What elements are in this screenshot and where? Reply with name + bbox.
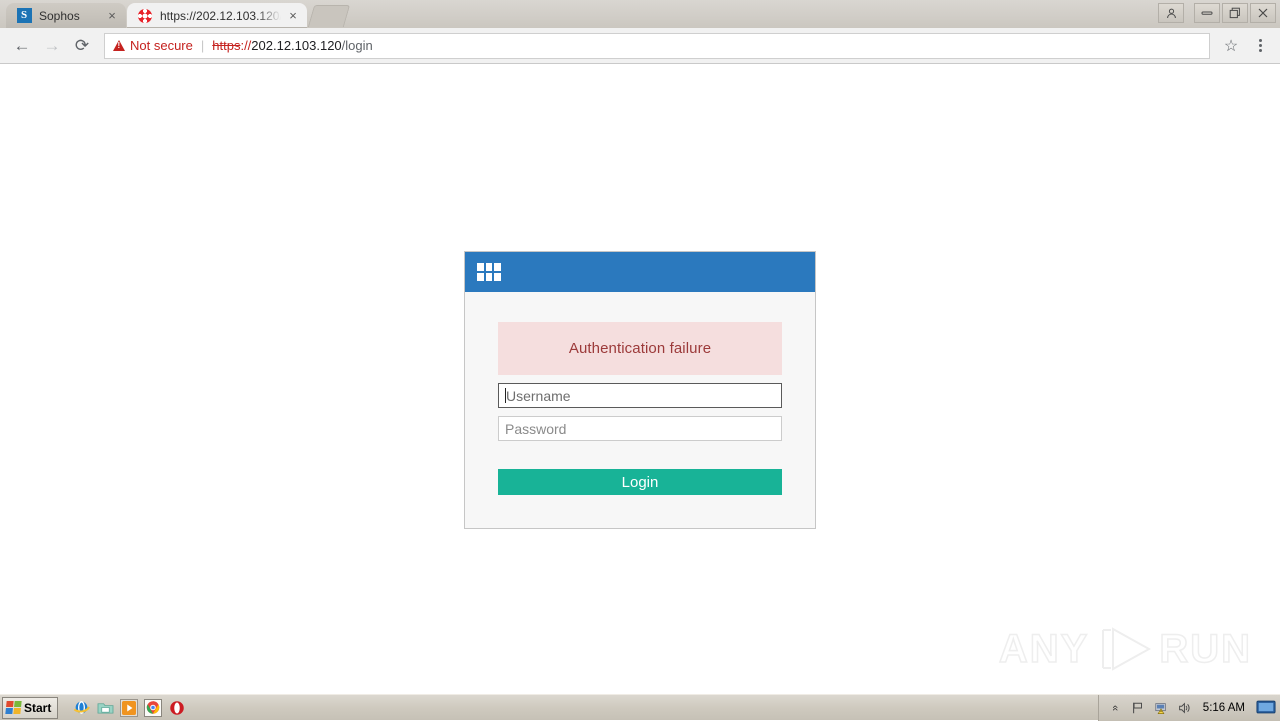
window-controls (1158, 0, 1280, 26)
logo-cell (494, 273, 501, 281)
play-triangle-icon (1093, 626, 1155, 672)
tab-login-page[interactable]: https://202.12.103.120/log × (127, 3, 307, 28)
logo-cell (477, 263, 484, 271)
tab-strip: S Sophos × https://202.12.103.120/log × (0, 0, 1280, 28)
quick-launch-bar (72, 699, 186, 717)
forward-button[interactable]: → (38, 32, 66, 60)
profile-icon[interactable] (1158, 3, 1184, 23)
url-host: 202.12.103.120 (251, 38, 341, 53)
maximize-button[interactable] (1222, 3, 1248, 23)
browser-toolbar: ← → ⟳ Not secure | https://202.12.103.12… (0, 28, 1280, 64)
tab-title: https://202.12.103.120/log (160, 9, 281, 23)
logo-cell (494, 263, 501, 271)
logo-cell (477, 273, 484, 281)
dot (1259, 49, 1262, 52)
new-tab-button[interactable] (308, 5, 350, 27)
tab-close-button[interactable]: × (285, 8, 301, 24)
tab-close-button[interactable]: × (104, 8, 120, 24)
sophos-s-icon: S (16, 8, 32, 24)
grid-squares-logo-icon (477, 263, 501, 281)
play-glyph (122, 701, 136, 715)
bookmark-star-icon[interactable]: ☆ (1218, 33, 1244, 59)
opera-icon[interactable] (168, 699, 186, 717)
internet-explorer-icon[interactable] (72, 699, 90, 717)
person-glyph (1165, 7, 1178, 20)
monitor-glyph (1256, 700, 1276, 715)
menu-dots-icon[interactable] (1248, 33, 1272, 59)
google-chrome-icon[interactable] (144, 699, 162, 717)
tab-title: Sophos (39, 9, 100, 23)
url-path: /login (342, 38, 373, 53)
reload-button[interactable]: ⟳ (68, 32, 96, 60)
page-viewport: Authentication failure Username Password… (0, 64, 1280, 694)
url-scheme-separator: :// (240, 38, 251, 53)
windows-explorer-icon[interactable] (96, 699, 114, 717)
url-text: https://202.12.103.120/login (212, 38, 372, 53)
back-button[interactable]: ← (8, 32, 36, 60)
password-input[interactable]: Password (498, 416, 782, 441)
watermark-right-text: RUN (1159, 627, 1252, 672)
network-glyph (1154, 701, 1168, 715)
start-label: Start (24, 701, 51, 715)
dot (1259, 44, 1262, 47)
username-input[interactable]: Username (498, 383, 782, 408)
password-placeholder: Password (505, 421, 566, 437)
login-button[interactable]: Login (498, 469, 782, 495)
login-card: Authentication failure Username Password… (464, 251, 816, 529)
windows-taskbar: Start (0, 694, 1280, 720)
minimize-glyph (1201, 8, 1213, 18)
ie-glyph (73, 699, 90, 716)
minimize-button[interactable] (1194, 3, 1220, 23)
tray-expand-icon[interactable]: « (1107, 700, 1123, 716)
tab-sophos[interactable]: S Sophos × (6, 3, 126, 28)
url-scheme: https (212, 38, 240, 53)
close-x-glyph (1257, 7, 1269, 19)
flag-glyph (1131, 701, 1145, 715)
anyrun-watermark: ANY RUN (999, 626, 1252, 672)
username-placeholder: Username (506, 388, 571, 404)
browser-window: S Sophos × https://202.12.103.120/log × (0, 0, 1280, 694)
flag-icon[interactable] (1130, 700, 1146, 716)
security-status-label[interactable]: Not secure (130, 38, 193, 53)
clock[interactable]: 5:16 AM (1203, 702, 1245, 714)
speaker-glyph (1177, 701, 1191, 715)
start-button[interactable]: Start (2, 697, 58, 719)
folder-glyph (97, 700, 114, 715)
login-card-header (465, 252, 815, 292)
login-card-body: Authentication failure Username Password… (465, 292, 815, 528)
system-tray: « 5:16 AM (1098, 695, 1280, 721)
dot (1259, 39, 1262, 42)
red-dotted-circle-icon (137, 8, 153, 24)
show-desktop-icon[interactable] (1256, 700, 1276, 715)
close-button[interactable] (1250, 3, 1276, 23)
network-warning-icon[interactable] (1153, 700, 1169, 716)
media-player-icon[interactable] (120, 699, 138, 717)
logo-cell (486, 273, 493, 281)
not-secure-warning-icon (113, 40, 125, 51)
watermark-left-text: ANY (999, 627, 1089, 672)
omnibox-separator: | (201, 38, 204, 53)
windows-flag-icon (5, 701, 21, 714)
opera-glyph (169, 700, 185, 716)
chrome-glyph (146, 700, 160, 715)
volume-icon[interactable] (1176, 700, 1192, 716)
address-bar[interactable]: Not secure | https://202.12.103.120/logi… (104, 33, 1210, 59)
authentication-failure-alert: Authentication failure (498, 322, 782, 375)
logo-cell (486, 263, 493, 271)
restore-glyph (1229, 7, 1241, 19)
